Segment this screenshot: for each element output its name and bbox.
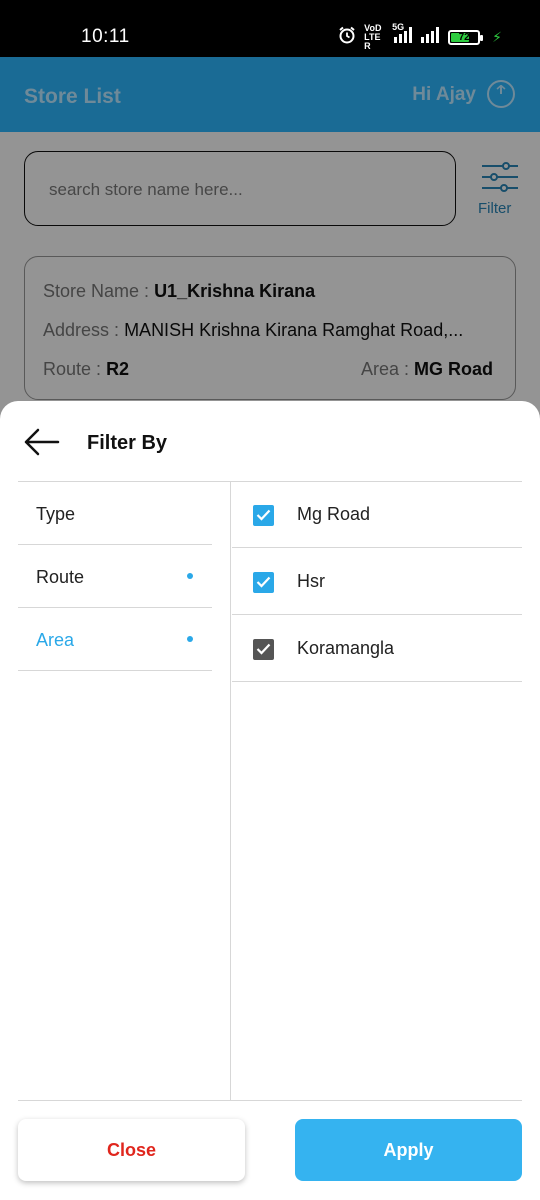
filter-option[interactable]: Hsr (232, 549, 522, 615)
checkbox-icon[interactable] (253, 572, 274, 593)
active-filter-dot-icon (187, 573, 193, 579)
filter-option-label: Koramangla (297, 638, 395, 658)
active-filter-dot-icon (187, 636, 193, 642)
column-divider (230, 481, 231, 1100)
status-time: 10:11 (81, 26, 130, 47)
filter-option-label: Hsr (297, 571, 325, 591)
filter-option-label: Mg Road (297, 504, 371, 524)
filter-category-label: Route (36, 567, 85, 587)
divider (18, 1100, 522, 1101)
filter-option[interactable]: Koramangla (232, 616, 522, 682)
filter-category-area[interactable]: Area (18, 608, 212, 671)
battery-level: 72 (458, 32, 470, 43)
power-icon[interactable] (487, 80, 515, 108)
charging-icon: ⚡ (492, 29, 502, 45)
network-label: VoD LTE R (364, 23, 382, 51)
filter-category-label: Type (36, 504, 76, 524)
app-header: Store List Hi Ajay (0, 57, 540, 132)
close-button[interactable]: Close (18, 1119, 245, 1181)
apply-button[interactable]: Apply (295, 1119, 522, 1181)
alarm-icon (338, 26, 356, 49)
battery-icon: 72 (448, 30, 484, 45)
checkbox-icon[interactable] (253, 639, 274, 660)
page-title: Store List (24, 85, 121, 108)
filter-category-type[interactable]: Type (18, 482, 212, 545)
checkbox-icon[interactable] (253, 505, 274, 526)
arrow-left-icon[interactable] (22, 427, 62, 457)
status-bar: 10:11 VoD LTE R 5G 72 ⚡ (0, 0, 540, 57)
filter-option[interactable]: Mg Road (232, 482, 522, 548)
signal-icon: 5G (392, 23, 413, 48)
greeting-text: Hi Ajay (412, 84, 476, 105)
filter-sheet: Filter By Type Route Area Mg Road Hsr Korama… (0, 401, 540, 1200)
filter-category-label: Area (36, 630, 75, 650)
signal-icon-2 (420, 27, 440, 48)
filter-category-route[interactable]: Route (18, 545, 212, 608)
status-icons: VoD LTE R 5G 72 ⚡ (338, 23, 502, 51)
filter-sheet-title: Filter By (87, 432, 168, 454)
